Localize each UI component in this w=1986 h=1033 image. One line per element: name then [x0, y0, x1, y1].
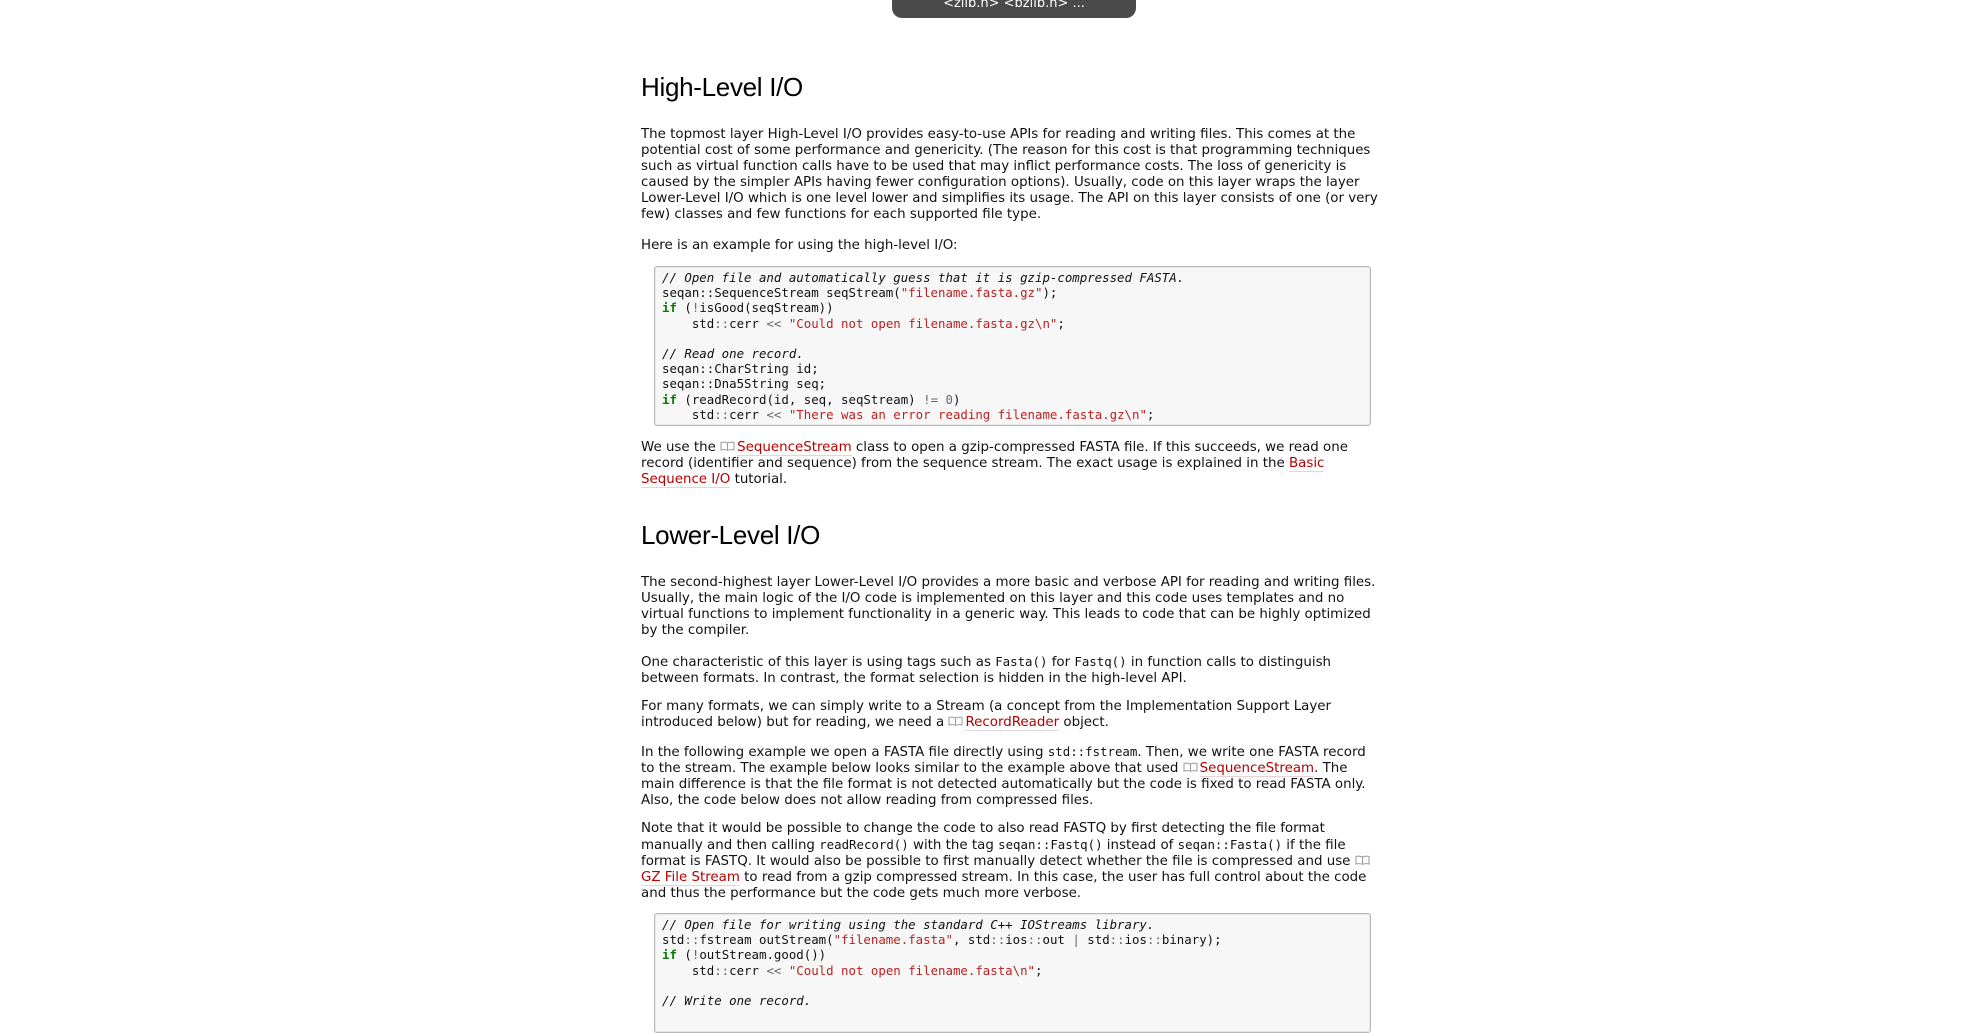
code-line: if (!isGood(seqStream))	[662, 300, 834, 316]
book-icon	[720, 441, 735, 451]
code-line: // Open file for writing using the stand…	[662, 917, 1155, 932]
lower-level-paragraph-3: For many formats, we can simply write to…	[641, 699, 1332, 731]
inline-code: seqan::Fastq()	[998, 837, 1103, 852]
code-line: seqan::CharString id;	[662, 361, 819, 377]
section-title-high-level-io: High-Level I/O	[641, 72, 803, 102]
code-line: if (readRecord(id, seq, seqStream) != 0)	[662, 391, 961, 407]
inline-code: std::fstream	[1047, 744, 1138, 759]
code-line: // Write one record.	[662, 992, 812, 1008]
inline-code: Fastq()	[1074, 654, 1127, 669]
book-icon	[1183, 762, 1198, 772]
high-level-after-paragraph: We use the SequenceStream class to open …	[641, 440, 1348, 488]
link-sequence-stream-2[interactable]: SequenceStream	[1199, 761, 1315, 777]
code-block-lower-level: // Open file for writing using the stand…	[654, 913, 1371, 1033]
lower-level-paragraph-2: One characteristic of this layer is usin…	[641, 654, 1332, 686]
top-overlay-bar: <zlib.h> <bzlib.h> ...	[892, 0, 1136, 18]
code-line: std::cerr << "Could not open filename.fa…	[662, 962, 1043, 978]
code-line: // Open file and automatically guess tha…	[662, 270, 1185, 285]
book-icon	[1355, 855, 1370, 865]
section-title-lower-level-io: Lower-Level I/O	[641, 520, 821, 550]
lower-level-paragraph-4: In the following example we open a FASTA…	[641, 744, 1366, 808]
code-line: seqan::Dna5String seq;	[662, 376, 827, 392]
link-gz-file-stream[interactable]: GZ File Stream	[641, 870, 740, 886]
top-overlay-text: <zlib.h> <bzlib.h> ...	[943, 0, 1085, 11]
code-block-high-level: // Open file and automatically guess tha…	[654, 266, 1371, 426]
inline-code: seqan::Fasta()	[1177, 837, 1283, 852]
code-line: // Read one record.	[662, 345, 804, 361]
code-line: std::cerr << "Could not open filename.fa…	[662, 315, 1065, 331]
inline-code: readRecord()	[819, 837, 909, 852]
link-sequence-stream[interactable]: SequenceStream	[737, 440, 852, 456]
lower-level-paragraph-5: Note that it would be possible to change…	[641, 821, 1381, 902]
code-line: std::cerr << "There was an error reading…	[662, 406, 1155, 422]
high-level-intro-paragraph: The topmost layer High-Level I/O provide…	[641, 127, 1378, 222]
lower-level-paragraph-1: The second-highest layer Lower-Level I/O…	[641, 575, 1376, 638]
code-line: if (!outStream.good())	[662, 947, 827, 963]
link-record-reader[interactable]: RecordReader	[965, 715, 1060, 731]
code-line: seqan::SequenceStream seqStream("filenam…	[662, 285, 1058, 301]
book-icon	[948, 716, 963, 726]
inline-code: Fasta()	[995, 654, 1048, 669]
high-level-example-intro: Here is an example for using the high-le…	[641, 238, 958, 253]
code-line: std::fstream outStream("filename.fasta",…	[662, 932, 1222, 948]
